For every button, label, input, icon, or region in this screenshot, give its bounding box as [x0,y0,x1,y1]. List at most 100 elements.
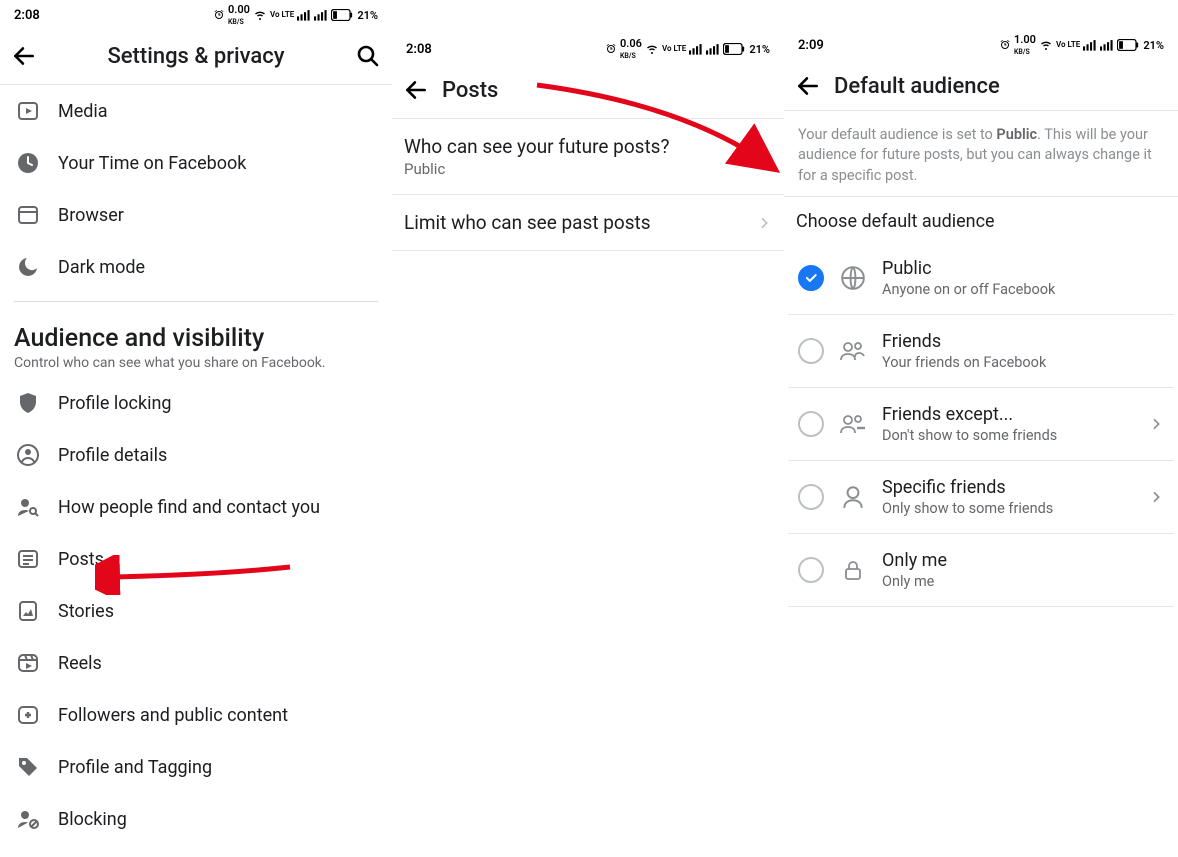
back-button[interactable] [10,42,38,70]
option-title: Specific friends [882,477,1134,498]
alarm-icon [999,39,1011,51]
row-how-people-find[interactable]: How people find and contact you [0,481,392,533]
row-label: Profile locking [58,393,172,414]
row-browser[interactable]: Browser [0,189,392,241]
signal-icon-2 [706,43,720,55]
row-label: Reels [58,653,102,674]
chevron-right-icon [1148,413,1164,435]
friends-icon [839,338,867,364]
row-title: Limit who can see past posts [404,211,748,234]
status-bar: 2:08 0.00KB/S Vo LTE 21% [0,0,392,30]
page-title: Settings & privacy [38,44,354,69]
user-circle-icon [16,443,40,467]
header-bar: Default audience [784,60,1178,110]
radio-selected [798,265,824,291]
search-button[interactable] [354,42,382,70]
option-subtitle: Your friends on Facebook [882,354,1164,371]
alarm-icon [213,9,225,21]
option-public[interactable]: Public Anyone on or off Facebook [788,242,1174,315]
page-title: Default audience [834,74,1000,99]
row-media[interactable]: Media [0,85,392,137]
specific-friend-icon [840,484,866,510]
wifi-icon [253,9,267,21]
friends-except-icon [839,411,867,437]
lock-icon [841,557,865,583]
choose-audience-label: Choose default audience [784,197,1178,242]
row-posts[interactable]: Posts [0,533,392,585]
row-past-posts[interactable]: Limit who can see past posts [392,195,784,251]
signal-icon [297,9,311,21]
media-icon [16,99,40,123]
option-subtitle: Only me [882,573,1164,590]
user-search-icon [16,495,40,519]
row-label: Profile details [58,445,167,466]
row-profile-locking[interactable]: Profile locking [0,377,392,429]
option-friends-except[interactable]: Friends except... Don't show to some fri… [788,388,1174,461]
row-followers[interactable]: Followers and public content [0,689,392,741]
radio-unselected [798,557,824,583]
row-reels[interactable]: Reels [0,637,392,689]
globe-icon [840,265,866,291]
row-profile-tagging[interactable]: Profile and Tagging [0,741,392,793]
search-icon [356,44,380,68]
row-label: Blocking [58,809,127,830]
row-label: Posts [58,549,104,570]
screen-default-audience: 2:09 1.00KB/S Vo LTE 21% Default audienc… [784,0,1178,857]
arrow-left-icon [795,73,821,99]
battery-pct: 21% [357,9,378,22]
header-bar: Settings & privacy [0,30,392,84]
radio-unselected [798,411,824,437]
row-your-time[interactable]: Your Time on Facebook [0,137,392,189]
chevron-right-icon [1148,486,1164,508]
signal-icon-2 [1100,39,1114,51]
radio-unselected [798,338,824,364]
screen-settings-privacy: 2:08 0.00KB/S Vo LTE 21% Settings & priv… [0,0,392,857]
battery-icon [331,9,353,21]
tag-icon [16,755,40,779]
row-dark-mode[interactable]: Dark mode [0,241,392,293]
arrow-left-icon [11,43,37,69]
row-label: Browser [58,205,124,226]
moon-icon [16,255,40,279]
chevron-right-icon [756,212,772,234]
option-subtitle: Anyone on or off Facebook [882,281,1164,298]
battery-pct: 21% [749,43,770,56]
option-title: Friends [882,331,1164,352]
row-label: Followers and public content [58,705,288,726]
status-time: 2:08 [406,42,432,57]
row-label: Media [58,101,108,122]
section-title: Audience and visibility [14,324,378,353]
page-title: Posts [442,78,498,103]
option-friends[interactable]: Friends Your friends on Facebook [788,315,1174,388]
row-label: Profile and Tagging [58,757,212,778]
browser-icon [16,203,40,227]
option-specific-friends[interactable]: Specific friends Only show to some frien… [788,461,1174,534]
battery-pct: 21% [1143,39,1164,52]
section-header: Audience and visibility Control who can … [0,310,392,377]
back-button[interactable] [402,76,430,104]
option-only-me[interactable]: Only me Only me [788,534,1174,607]
option-title: Friends except... [882,404,1134,425]
row-subtitle: Public [404,160,748,178]
row-label: Your Time on Facebook [58,153,246,174]
option-subtitle: Only show to some friends [882,500,1134,517]
row-blocking[interactable]: Blocking [0,793,392,845]
clock-icon [16,151,40,175]
option-subtitle: Don't show to some friends [882,427,1134,444]
row-stories[interactable]: Stories [0,585,392,637]
arrow-left-icon [403,77,429,103]
block-icon [16,807,40,831]
stories-icon [16,599,40,623]
followers-icon [16,703,40,727]
option-title: Only me [882,550,1164,571]
header-bar: Posts [392,64,784,119]
screen-posts: 2:08 0.06KB/S Vo LTE 21% Posts Who can [392,0,784,857]
post-icon [16,547,40,571]
row-profile-details[interactable]: Profile details [0,429,392,481]
signal-icon-2 [314,9,328,21]
back-button[interactable] [794,72,822,100]
battery-icon [1117,39,1139,51]
wifi-icon [645,43,659,55]
row-future-posts[interactable]: Who can see your future posts? Public [392,119,784,195]
status-bar: 2:08 0.06KB/S Vo LTE 21% [392,34,784,64]
